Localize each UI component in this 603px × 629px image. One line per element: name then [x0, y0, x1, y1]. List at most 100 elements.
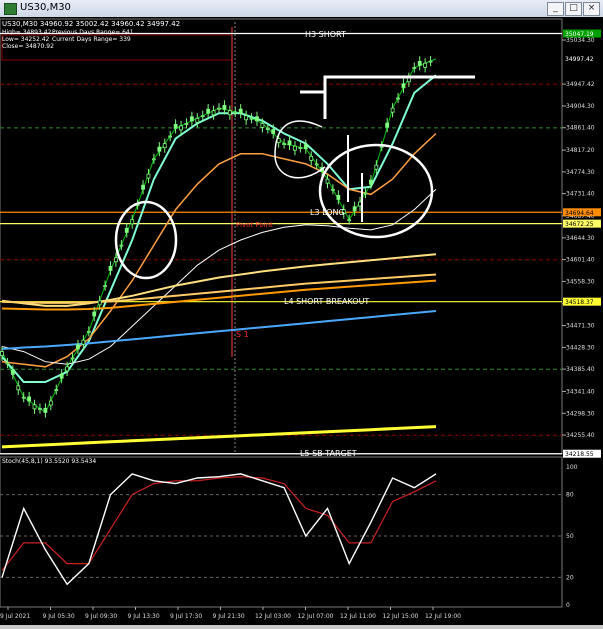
candle-body: [374, 164, 379, 170]
candle-body: [211, 110, 216, 116]
maximize-button[interactable]: □: [565, 2, 582, 16]
price-chart[interactable]: US30,M30 34960.92 35002.42 34960.42 3499…: [0, 17, 603, 625]
candle-body: [162, 143, 167, 149]
chart-window: US30,M30 _ □ × US30,M30 34960.92 35002.4…: [0, 0, 603, 625]
candle-body: [412, 67, 417, 69]
candle-body: [428, 60, 433, 63]
time-axis: 9 Jul 2021 9 Jul 05:30 9 Jul 09:30 9 Jul 13…: [0, 607, 461, 620]
close-button[interactable]: ×: [583, 2, 600, 16]
chart-area[interactable]: US30,M30 34960.92 35002.42 34960.42 3499…: [0, 17, 603, 625]
candle-body: [124, 227, 129, 233]
candle-body: [81, 339, 86, 345]
price-tick-label: 34774.30: [566, 169, 595, 176]
candle-body: [43, 407, 48, 413]
candle-body: [401, 83, 406, 89]
h3-label: H3 SHORT: [305, 30, 346, 39]
candle-body: [331, 188, 335, 191]
stoch-tick-label: 50: [566, 533, 574, 540]
time-tick-label: 12 Jul 03:00: [255, 613, 291, 620]
pivot-label: Pivot Point: [236, 221, 273, 229]
time-tick-label: 9 Jul 13:30: [128, 613, 160, 620]
time-tick-label: 9 Jul 05:30: [43, 613, 75, 620]
candle-body: [157, 146, 162, 152]
candle-body: [265, 128, 270, 130]
minimize-button[interactable]: _: [547, 2, 564, 16]
candle-body: [244, 115, 249, 121]
candle-body: [151, 158, 156, 161]
candle-body: [336, 194, 341, 200]
candle-body: [396, 97, 400, 100]
stoch-axis: 100 80 50 20 0: [566, 464, 578, 609]
candle-body: [27, 396, 32, 402]
candle-body: [417, 60, 422, 66]
candle-body: [287, 140, 292, 146]
candle-body: [179, 125, 183, 131]
l5-label: L5 SB TARGET: [300, 449, 357, 458]
stoch-header: Stoch(45,8,1) 93.5520 93.5434: [2, 458, 96, 465]
candle-body: [260, 122, 265, 128]
candle-body: [227, 110, 232, 116]
candle-body: [293, 145, 297, 151]
candle-body: [271, 129, 276, 134]
l3-label: L3 LONG: [310, 208, 345, 217]
stoch-tick-label: 20: [566, 574, 574, 581]
candle-body: [97, 300, 102, 306]
stoch-panel: [0, 456, 563, 608]
candle-body: [65, 366, 69, 372]
candle-body: [217, 107, 221, 110]
candle-body: [32, 404, 37, 410]
candle-body: [255, 116, 259, 122]
stoch-tick-label: 100: [566, 464, 578, 471]
price-tick-label: 34298.30: [566, 410, 595, 417]
time-tick-label: 12 Jul 19:00: [425, 613, 461, 620]
l4-label: L4 SHORT BREAKOUT: [284, 297, 369, 306]
candle-body: [92, 311, 97, 317]
title-bar: US30,M30 _ □ ×: [0, 0, 603, 18]
time-tick-label: 9 Jul 09:30: [85, 613, 117, 620]
price-tick-label: 34255.40: [566, 432, 595, 439]
candle-body: [168, 135, 173, 138]
candle-body: [0, 351, 4, 357]
candle-body: [309, 155, 314, 161]
candle-body: [200, 115, 205, 118]
stat-cur-range: Current Days Range= 339: [52, 36, 131, 43]
price-tag-label: 34218.55: [565, 451, 594, 458]
candle-body: [10, 369, 15, 375]
s1-label: S 1: [236, 330, 249, 339]
candle-body: [363, 192, 368, 195]
window-title: US30,M30: [20, 2, 71, 13]
candle-body: [86, 330, 91, 333]
candle-body: [423, 62, 428, 68]
stat-close: Close= 34870.92: [2, 43, 54, 50]
price-tick-label: 34644.30: [566, 235, 595, 242]
candle-body: [195, 117, 200, 123]
candle-body: [347, 219, 352, 222]
candle-body: [146, 173, 151, 179]
candle-body: [141, 184, 145, 190]
candle-body: [76, 344, 80, 350]
price-tick-label: 34428.30: [566, 344, 595, 351]
stat-low: Low= 34252.42: [2, 36, 50, 43]
candle-body: [130, 219, 135, 225]
candle-body: [298, 147, 303, 149]
candle-body: [222, 104, 227, 110]
candle-body: [119, 244, 124, 247]
price-tick-label: 34471.30: [566, 323, 595, 330]
price-axis: 35034.30 34947.42 34904.30 34861.40 34817.20…: [562, 37, 595, 439]
candle-body: [114, 257, 118, 263]
candle-body: [108, 265, 113, 271]
candle-body: [390, 107, 395, 113]
ohlc-line: US30,M30 34960.92 35002.42 34960.42 3499…: [2, 20, 180, 28]
candle-body: [103, 285, 107, 288]
candle-body: [21, 396, 26, 399]
price-tick-label: 34947.42: [566, 81, 595, 88]
candle-body: [48, 400, 53, 406]
candle-body: [325, 178, 330, 184]
chart-app-icon: [4, 3, 17, 15]
candle-body: [189, 116, 194, 122]
candle-body: [5, 362, 10, 365]
time-tick-label: 9 Jul 2021: [0, 613, 30, 620]
price-tag-label: 34672.25: [565, 221, 594, 228]
candle-body: [238, 108, 243, 114]
price-tick-label: 34601.40: [566, 257, 595, 264]
